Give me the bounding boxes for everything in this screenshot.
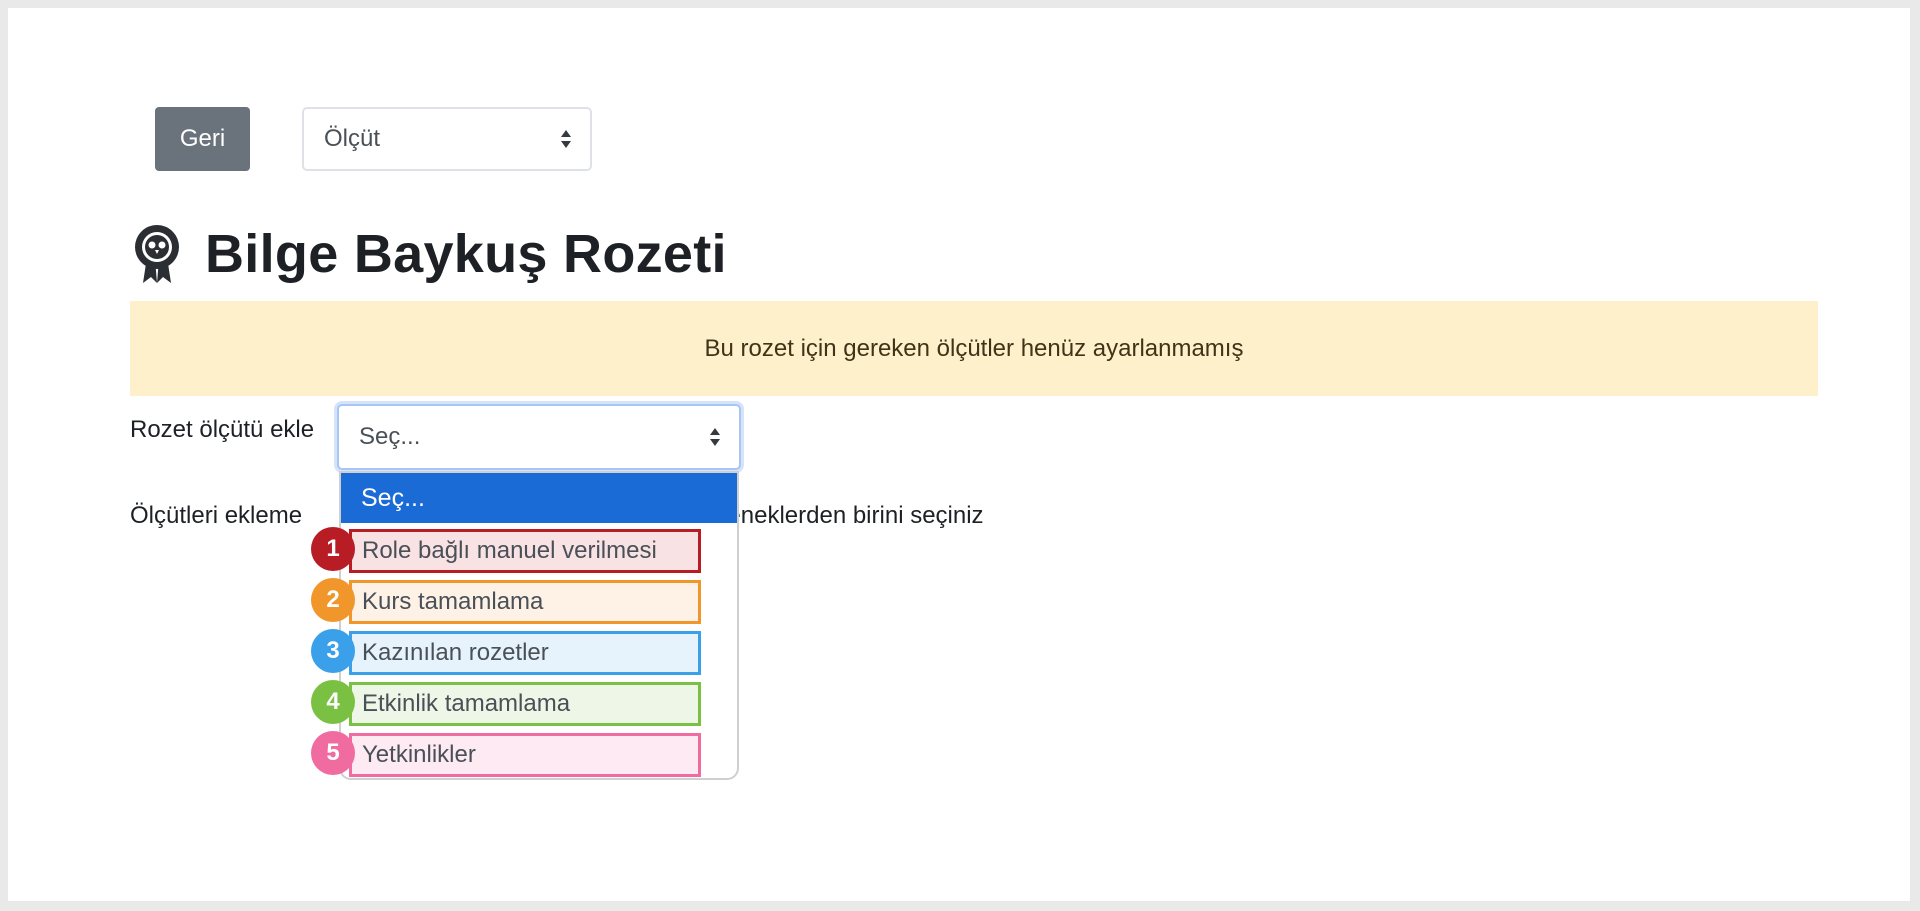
dropdown-option[interactable]: Role bağlı manuel verilmesi <box>349 529 701 573</box>
add-criteria-select-value: Seç... <box>359 423 421 450</box>
add-criteria-select[interactable]: Seç... <box>337 404 741 470</box>
page-header: Bilge Baykuş Rozeti <box>133 218 727 290</box>
dropdown-option[interactable]: Etkinlik tamamlama <box>349 682 701 726</box>
dropdown-option[interactable]: Kazınılan rozetler <box>349 631 701 675</box>
content-panel <box>8 8 1910 901</box>
criteria-select[interactable]: Ölçüt <box>302 107 592 171</box>
option-number-badge: 3 <box>311 629 355 673</box>
option-number-badge: 5 <box>311 731 355 775</box>
criteria-dropdown-list: Seç... Role bağlı manuel verilmesi Kurs t… <box>339 471 739 780</box>
option-number-badge: 1 <box>311 527 355 571</box>
dropdown-option[interactable]: Kurs tamamlama <box>349 580 701 624</box>
select-arrows-icon <box>561 130 571 148</box>
add-criteria-label: Rozet ölçütü ekle <box>130 416 315 443</box>
back-button[interactable]: Geri <box>155 107 250 171</box>
option-number-badge: 2 <box>311 578 355 622</box>
info-text-suffix: eçeneklerden birini seçiniz <box>702 502 984 529</box>
alert-text: Bu rozet için gereken ölçütler henüz aya… <box>704 334 1244 362</box>
badge-icon <box>135 225 179 283</box>
dropdown-option[interactable]: Yetkinlikler <box>349 733 701 777</box>
criteria-warning-alert: Bu rozet için gereken ölçütler henüz aya… <box>130 301 1818 396</box>
select-arrows-icon <box>710 428 720 446</box>
info-text-prefix: Ölçütleri ekleme <box>130 502 303 529</box>
dropdown-option-placeholder[interactable]: Seç... <box>341 473 737 523</box>
option-number-badge: 4 <box>311 680 355 724</box>
page-title: Bilge Baykuş Rozeti <box>205 224 727 284</box>
criteria-select-value: Ölçüt <box>324 125 381 152</box>
